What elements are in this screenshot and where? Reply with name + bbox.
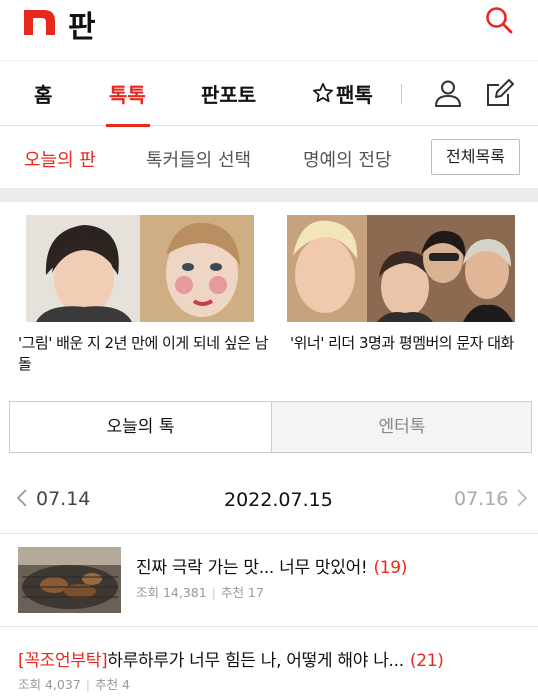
all-list-button[interactable]: 전체목록	[431, 139, 520, 175]
segment-enter-talk[interactable]: 엔터톡	[272, 402, 532, 452]
next-date-label: 07.16	[454, 488, 509, 510]
star-icon	[313, 83, 333, 103]
card-photo	[287, 215, 515, 322]
comment-count: (21)	[409, 651, 444, 671]
nate-logo-icon[interactable]	[24, 10, 55, 35]
post-title[interactable]: [꼭조언부탁]하루하루가 너무 힘든 나, 어떻게 해야 나... (21)	[18, 646, 444, 671]
card-title[interactable]: '위너' 리더 3명과 평멤버의 문자 대화	[290, 333, 530, 354]
post-title-text: 진짜 극락 가는 맛... 너무 맛있어!	[136, 558, 368, 578]
card-thumbnail[interactable]	[287, 215, 515, 322]
subnav-tokker-choice[interactable]: 톡커들의 선택	[146, 146, 251, 172]
tab-toktok[interactable]: 톡톡	[109, 79, 146, 108]
chevron-right-icon	[517, 489, 528, 507]
top-bar: 판	[0, 0, 538, 60]
row-divider	[0, 626, 538, 627]
section-divider	[0, 188, 538, 202]
edit-icon[interactable]	[484, 77, 516, 109]
current-date: 2022.07.15	[224, 489, 333, 511]
view-count: 조회 14,381	[136, 585, 207, 600]
card-photo	[26, 215, 254, 322]
segment-today-talk[interactable]: 오늘의 톡	[10, 402, 272, 452]
talk-segment-control: 오늘의 톡 엔터톡	[9, 401, 532, 453]
post-title-text: 하루하루가 너무 힘든 나, 어떻게 해야 나...	[107, 651, 404, 671]
date-navigator: 07.14 2022.07.15 07.16	[0, 466, 538, 534]
search-icon[interactable]	[484, 5, 514, 35]
tab-panphoto[interactable]: 판포토	[201, 79, 256, 108]
comment-count: (19)	[373, 558, 408, 578]
post-meta: 조회 4,037 | 추천 4	[18, 677, 130, 692]
view-count: 조회 4,037	[18, 677, 81, 692]
tab-fantok-label: 팬톡	[336, 83, 373, 107]
prev-date-button[interactable]: 07.14	[16, 488, 90, 510]
post-title[interactable]: 진짜 극락 가는 맛... 너무 맛있어! (19)	[136, 553, 407, 578]
nav-divider	[401, 84, 402, 104]
recommend-count: 추천 17	[220, 585, 264, 600]
next-date-button[interactable]: 07.16	[454, 488, 528, 510]
subnav-hall-of-fame[interactable]: 명예의 전당	[303, 146, 392, 172]
post-meta: 조회 14,381 | 추천 17	[136, 585, 264, 600]
subnav-today-pan[interactable]: 오늘의 판	[24, 146, 96, 172]
recommend-count: 추천 4	[94, 677, 130, 692]
user-icon[interactable]	[433, 78, 463, 108]
row-divider	[0, 533, 538, 534]
logo-text[interactable]: 판	[68, 2, 96, 46]
chevron-left-icon	[16, 489, 27, 507]
tab-home[interactable]: 홈	[34, 79, 52, 108]
main-nav: 홈 톡톡 판포토 팬톡	[0, 60, 538, 127]
post-thumbnail[interactable]	[18, 547, 121, 613]
post-tag: [꼭조언부탁]	[18, 651, 108, 671]
prev-date-label: 07.14	[36, 488, 91, 510]
card-thumbnail[interactable]	[26, 215, 254, 322]
post-photo	[18, 547, 121, 613]
card-title[interactable]: '그림' 배운 지 2년 만에 이게 되네 싶은 남돌	[18, 333, 268, 375]
